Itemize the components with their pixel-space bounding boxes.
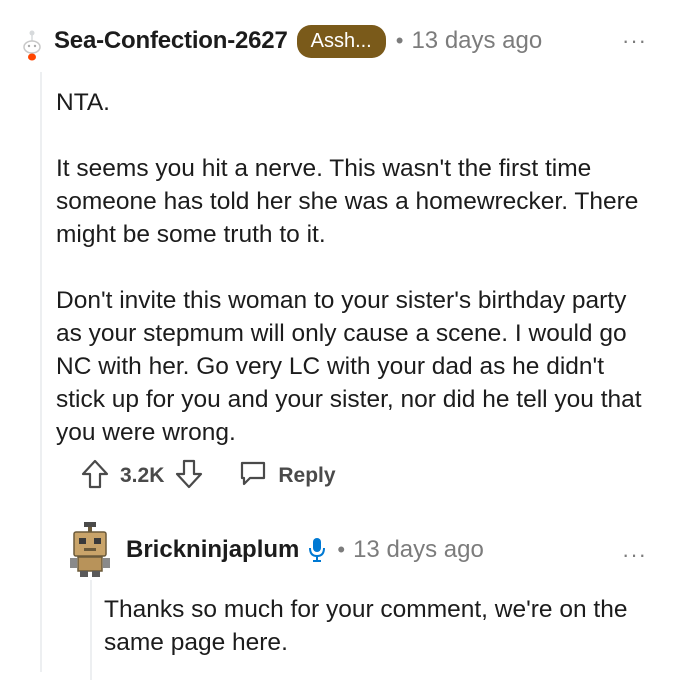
- more-options-button[interactable]: ···: [622, 28, 647, 54]
- snoo-avatar-icon: [23, 30, 41, 61]
- reply-header: Brickninjaplum • 13 days ago: [68, 522, 484, 578]
- meta-separator: •: [337, 537, 346, 562]
- user-flair: Assh...: [296, 24, 386, 58]
- thread-line[interactable]: [40, 72, 42, 672]
- reply-timestamp[interactable]: 13 days ago: [353, 536, 484, 564]
- reply-label: Reply: [278, 464, 336, 487]
- comment-paragraph: Don't invite this woman to your sister's…: [56, 287, 642, 446]
- more-options-button[interactable]: ···: [622, 542, 647, 568]
- comment-header: Sea-Confection-2627 Assh... • 13 days ag…: [18, 18, 542, 64]
- avatar[interactable]: [18, 19, 46, 63]
- comment-actions: 3.2K Reply: [80, 456, 336, 496]
- comment-timestamp[interactable]: 13 days ago: [411, 27, 542, 55]
- reply-username[interactable]: Brickninjaplum: [126, 536, 299, 564]
- upvote-icon[interactable]: [80, 458, 110, 495]
- meta-separator: •: [395, 28, 404, 53]
- comment-paragraph: It seems you hit a nerve. This wasn't th…: [56, 155, 639, 248]
- comment-paragraph: NTA.: [56, 89, 110, 116]
- vote-count: 3.2K: [120, 464, 165, 487]
- microphone-icon: [307, 536, 327, 564]
- comment-bubble-icon: [238, 458, 268, 494]
- reply-body: Thanks so much for your comment, we're o…: [104, 596, 628, 656]
- comment-username[interactable]: Sea-Confection-2627: [54, 27, 288, 55]
- reply-thread-line[interactable]: [90, 580, 92, 680]
- comment-body: NTA. It seems you hit a nerve. This wasn…: [56, 86, 656, 482]
- reply-button[interactable]: Reply: [238, 458, 336, 494]
- downvote-icon[interactable]: [174, 458, 204, 495]
- avatar[interactable]: [68, 522, 112, 578]
- robot-avatar-icon: [70, 522, 110, 577]
